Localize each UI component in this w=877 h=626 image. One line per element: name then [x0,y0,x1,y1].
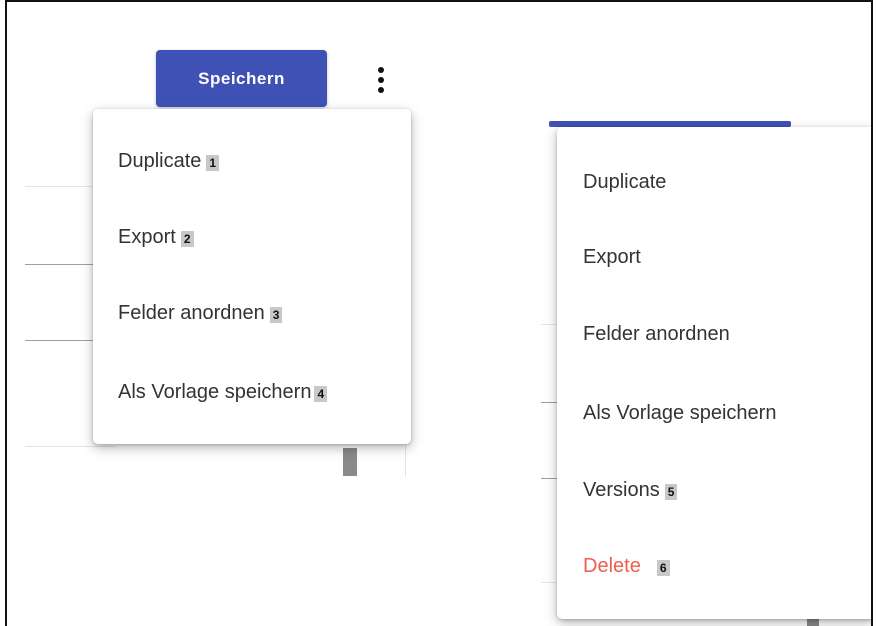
menu-item-label: Versions [583,478,660,501]
divider [541,324,557,325]
hint-badge: 6 [656,559,670,576]
menu-item-label: Export [118,225,176,248]
divider [25,446,115,447]
more-actions-menu-expanded: Duplicate Export Felder anordnen Als Vor… [557,127,871,619]
menu-item-duplicate[interactable]: Duplicate [557,152,871,212]
screenshot-frame: Speichern Duplicate 1 Export 2 Felder an… [5,0,873,626]
menu-item-save-template[interactable]: Als Vorlage speichern [557,383,871,443]
menu-item-label: Felder anordnen [583,322,730,345]
menu-item-label: Delete [583,554,641,577]
dot [378,67,384,73]
scrollbar-fragment [343,448,357,476]
hint-badge: 5 [664,483,678,500]
menu-item-export[interactable]: Export [557,227,871,287]
menu-item-versions[interactable]: Versions 5 [557,460,871,520]
menu-item-delete[interactable]: Delete 6 [557,536,871,596]
menu-item-save-template[interactable]: Als Vorlage speichern 4 [93,362,411,422]
dot [378,77,384,83]
more-actions-menu: Duplicate 1 Export 2 Felder anordnen 3 A… [93,109,411,444]
hint-badge: 2 [180,230,194,247]
menu-item-label: Als Vorlage speichern [118,380,312,403]
divider [541,478,557,479]
more-vert-icon[interactable] [369,62,393,98]
divider [541,582,557,583]
dot [378,87,384,93]
menu-item-label: Als Vorlage speichern [583,401,777,424]
menu-item-duplicate[interactable]: Duplicate 1 [93,131,411,191]
menu-item-arrange-fields[interactable]: Felder anordnen 3 [93,283,411,343]
divider [541,402,557,403]
menu-item-arrange-fields[interactable]: Felder anordnen [557,304,871,364]
save-button[interactable]: Speichern [156,50,327,107]
menu-item-label: Export [583,245,641,268]
menu-item-label: Duplicate [118,149,202,172]
menu-item-label: Duplicate [583,170,667,193]
menu-item-export[interactable]: Export 2 [93,207,411,267]
menu-item-label: Felder anordnen [118,301,265,324]
hint-badge: 3 [269,306,283,323]
hint-badge: 1 [206,154,220,171]
hint-badge: 4 [314,385,328,402]
